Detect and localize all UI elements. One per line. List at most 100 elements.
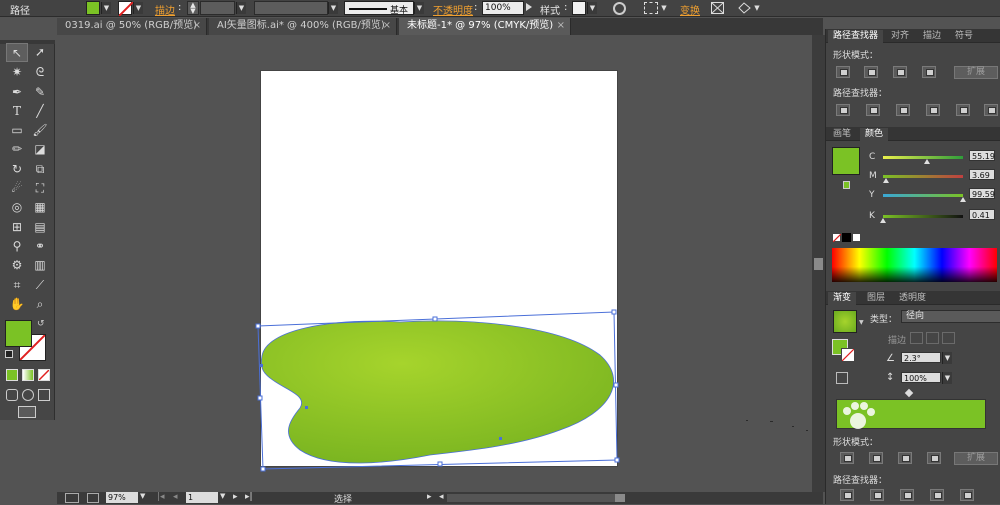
aspect-dropdown-arrow[interactable]: ▼ xyxy=(942,372,952,384)
next-artboard-icon[interactable]: ▸ xyxy=(233,492,238,502)
gradient-preset-arrow[interactable]: ▼ xyxy=(859,319,864,326)
angle-input[interactable]: 2.3° xyxy=(901,352,941,363)
merge-button-2[interactable] xyxy=(900,489,914,501)
color-spectrum[interactable] xyxy=(832,248,997,282)
out-of-gamut-icon[interactable] xyxy=(843,181,850,189)
unite-button[interactable] xyxy=(836,66,850,78)
pathfinders-label: 路径查找器： xyxy=(833,89,888,99)
scroll-thumb[interactable] xyxy=(814,258,823,270)
status-bar: 97% ▼ |◂ ◂ 1 ▼ ▸ ▸| 选择 ▸ ◂ xyxy=(57,492,823,505)
gradient-panel-tabs: 渐变 图层 透明度 xyxy=(826,291,1000,305)
zoom-dropdown-arrow[interactable]: ▼ xyxy=(140,492,145,500)
gradient-type-label: 类型： xyxy=(870,315,898,325)
black-color-chip[interactable] xyxy=(842,233,851,242)
white-color-chip[interactable] xyxy=(852,233,861,242)
channel-m-track[interactable] xyxy=(883,175,963,178)
gradient-type-select[interactable]: 径向 xyxy=(901,310,1000,323)
outline-button-2[interactable] xyxy=(960,489,974,501)
channel-k-value[interactable]: 0.41 xyxy=(969,209,995,220)
merge-button[interactable] xyxy=(896,104,910,116)
pathfinder-panel-tabs: 路径查找器 对齐 描边 符号 xyxy=(826,29,1000,43)
watermark-logo xyxy=(838,401,878,433)
channel-y-label: Y xyxy=(869,190,875,200)
tab-brushes[interactable]: 画笔 xyxy=(828,128,856,141)
shape-modes-label-2: 形状模式： xyxy=(833,438,879,448)
artboard-number-field[interactable]: 1 xyxy=(186,492,218,503)
channel-c-value[interactable]: 55.19 xyxy=(969,150,995,161)
prev-artboard-icon[interactable]: ◂ xyxy=(173,492,178,502)
minus-front-button-2[interactable] xyxy=(869,452,883,464)
expand-button[interactable]: 扩展 xyxy=(954,66,998,79)
tab-stroke[interactable]: 描边 xyxy=(918,30,946,43)
channel-c-slider[interactable] xyxy=(924,159,931,164)
channel-y-track[interactable] xyxy=(883,194,963,197)
status-menu-arrow[interactable]: ▸ xyxy=(427,492,432,502)
panel-dock: 路径查找器 对齐 描边 符号 形状模式： 扩展 路径查找器： 画笔 颜色 C 5… xyxy=(825,29,1000,504)
horizontal-scroll-thumb[interactable] xyxy=(615,494,625,502)
intersect-button[interactable] xyxy=(893,66,907,78)
crop-button[interactable] xyxy=(926,104,940,116)
current-tool-label: 选择 xyxy=(334,495,353,505)
tab-symbols[interactable]: 符号 xyxy=(950,30,978,43)
exclude-button[interactable] xyxy=(922,66,936,78)
canvas-speck-marks xyxy=(746,420,808,431)
color-fill-box[interactable] xyxy=(832,147,860,175)
channel-y-slider[interactable] xyxy=(959,197,966,202)
exclude-button-2[interactable] xyxy=(927,452,941,464)
color-panel-tabs: 画笔 颜色 xyxy=(826,127,1000,141)
zoom-level-field[interactable]: 97% xyxy=(106,492,138,503)
channel-m-value[interactable]: 3.69 xyxy=(969,169,995,180)
export-icon[interactable] xyxy=(87,493,99,503)
gradient-stroke-chip[interactable] xyxy=(841,348,855,362)
horizontal-scrollbar[interactable] xyxy=(447,494,625,502)
artboard-dropdown-arrow[interactable]: ▼ xyxy=(220,492,225,500)
reverse-gradient-icon[interactable] xyxy=(836,372,848,384)
angle-dropdown-arrow[interactable]: ▼ xyxy=(942,352,952,364)
channel-c-track[interactable] xyxy=(883,156,963,159)
scroll-left-arrow[interactable]: ◂ xyxy=(439,492,444,502)
channel-m-slider[interactable] xyxy=(882,178,889,183)
tab-transparency[interactable]: 透明度 xyxy=(894,292,931,305)
intersect-button-2[interactable] xyxy=(898,452,912,464)
shape-modes-label: 形状模式： xyxy=(833,51,879,61)
outline-button[interactable] xyxy=(956,104,970,116)
unite-button-2[interactable] xyxy=(840,452,854,464)
gradient-thumbnail[interactable] xyxy=(833,310,857,333)
aspect-ratio-icon: ↕ xyxy=(886,372,895,383)
green-blob-shape[interactable] xyxy=(260,320,615,464)
first-artboard-icon[interactable]: |◂ xyxy=(157,492,165,502)
angle-icon: ∠ xyxy=(886,353,895,364)
fill-color-box[interactable] xyxy=(5,320,32,347)
gradient-type-value: 径向 xyxy=(906,311,925,321)
stroke-along-icon[interactable] xyxy=(926,332,939,344)
channel-k-label: K xyxy=(869,211,875,221)
stroke-across-icon[interactable] xyxy=(942,332,955,344)
vertical-scrollbar[interactable] xyxy=(812,35,825,492)
tab-layers[interactable]: 图层 xyxy=(862,292,890,305)
aspect-ratio-input[interactable]: 100% xyxy=(901,372,941,383)
crop-button-2[interactable] xyxy=(930,489,944,501)
trim-button-2[interactable] xyxy=(870,489,884,501)
channel-m-label: M xyxy=(869,171,877,181)
minus-back-button[interactable] xyxy=(984,104,998,116)
divide-button[interactable] xyxy=(836,104,850,116)
tab-pathfinder[interactable]: 路径查找器 xyxy=(828,30,884,43)
artboard-nav-icon[interactable] xyxy=(65,493,79,503)
last-artboard-icon[interactable]: ▸| xyxy=(245,492,253,502)
channel-y-value[interactable]: 99.59 xyxy=(969,188,995,199)
tab-align[interactable]: 对齐 xyxy=(886,30,914,43)
tab-color[interactable]: 颜色 xyxy=(860,128,889,141)
tab-gradient[interactable]: 渐变 xyxy=(828,292,857,305)
trim-button[interactable] xyxy=(866,104,880,116)
none-color-chip[interactable] xyxy=(832,233,841,242)
channel-k-slider[interactable] xyxy=(880,218,887,223)
divide-button-2[interactable] xyxy=(840,489,854,501)
expand-button-2[interactable]: 扩展 xyxy=(954,452,998,465)
gradient-midpoint-diamond[interactable] xyxy=(904,388,914,398)
pathfinders-label-2: 路径查找器： xyxy=(833,476,888,486)
minus-front-button[interactable] xyxy=(864,66,878,78)
gradient-stroke-label: 描边 xyxy=(888,336,907,346)
stroke-within-icon[interactable] xyxy=(910,332,923,344)
channel-c-label: C xyxy=(869,152,876,162)
channel-k-track[interactable] xyxy=(883,215,963,218)
